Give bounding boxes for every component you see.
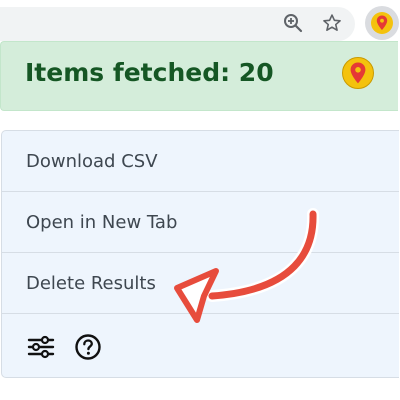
status-banner: Items fetched: 20: [0, 41, 398, 111]
map-pin-icon: [342, 57, 374, 89]
download-csv-item[interactable]: Download CSV: [2, 131, 399, 192]
zoom-button[interactable]: [278, 8, 308, 38]
help-button[interactable]: [73, 332, 103, 362]
page: Items fetched: 20 Download CSV Open in N…: [0, 0, 400, 400]
zoom-in-icon: [284, 14, 303, 33]
delete-results-item[interactable]: Delete Results: [2, 253, 399, 314]
help-circle-icon: [75, 334, 101, 360]
extension-button[interactable]: [365, 6, 399, 40]
settings-button[interactable]: [26, 332, 56, 362]
items-fetched-label: Items fetched: 20: [25, 58, 274, 87]
open-in-new-tab-item[interactable]: Open in New Tab: [2, 192, 399, 253]
star-icon: [323, 14, 341, 31]
menu-footer: [2, 314, 399, 377]
sliders-icon: [27, 335, 55, 359]
actions-menu: Download CSV Open in New Tab Delete Resu…: [1, 130, 399, 378]
bookmark-button[interactable]: [317, 8, 347, 38]
menu-item-label: Download CSV: [26, 151, 158, 172]
menu-item-label: Delete Results: [26, 273, 156, 294]
map-pin-icon: [371, 12, 393, 34]
menu-item-label: Open in New Tab: [26, 212, 178, 233]
browser-toolbar: [0, 0, 400, 44]
